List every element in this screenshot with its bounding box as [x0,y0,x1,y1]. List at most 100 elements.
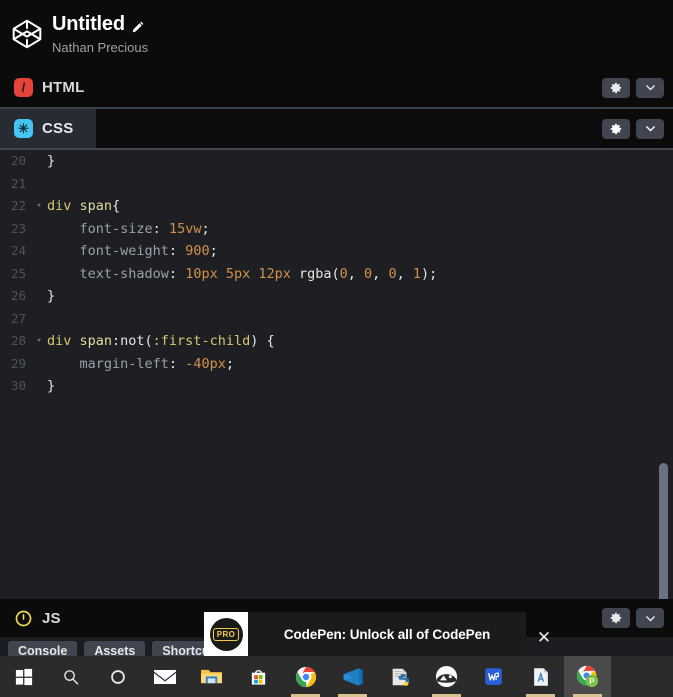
mail-app[interactable] [141,656,188,697]
image-viewer-app[interactable] [423,656,470,697]
tab-html-label: HTML [42,79,85,96]
code-text: font-size: 15vw; [44,218,210,241]
pro-circle-icon: PRO [209,617,243,651]
html-settings-button[interactable] [602,77,630,98]
wps-office-app[interactable] [470,656,517,697]
css-icon: ✳ [14,119,33,138]
code-text: } [44,150,55,173]
pen-author[interactable]: Nathan Precious [52,39,148,56]
css-settings-button[interactable] [602,118,630,139]
windows-taskbar: P [0,656,673,697]
line-number: 27 [10,310,26,326]
css-code-editor[interactable]: 20} 21 22 ▾ div span{23 font-size: 15vw; 24 f… [0,150,673,599]
code-token: : [168,355,186,372]
code-token: div [47,198,80,214]
code-token: margin-left [47,355,169,372]
close-icon[interactable]: ✕ [532,626,556,650]
code-token: 15vw [168,220,202,237]
code-token: 1 [412,265,421,282]
code-token: , [396,265,413,282]
document-app[interactable] [517,656,564,697]
line-number: 25 [10,265,26,281]
code-token: ; [209,243,218,259]
cortana-button[interactable] [94,656,141,697]
line-number: 30 [10,378,26,393]
line-number: 21 [10,175,26,191]
toast-message: CodePen: Unlock all of CodePen [283,626,491,642]
css-pane: ✳ CSS [0,109,673,150]
line-number: 23 [10,220,26,236]
code-line[interactable]: 27 [0,308,673,331]
tab-css[interactable]: ✳ CSS [0,109,96,148]
code-token: div [47,333,80,349]
code-line[interactable]: 28 ▾ div span:not(:first-child) { [0,330,673,353]
codepen-logo[interactable] [8,15,46,53]
code-token: 900 [185,243,210,259]
code-line[interactable]: 29 margin-left: -40px; [0,353,673,376]
pencil-icon[interactable] [131,17,145,33]
line-number: 28 [10,333,26,348]
python-app[interactable] [376,656,423,697]
svg-text:P: P [589,677,595,686]
code-token: 0 [364,265,373,282]
code-line[interactable]: 20} [0,150,673,173]
google-chrome-app[interactable] [282,656,329,697]
code-token: , [347,265,365,282]
code-token: :not( [112,333,153,349]
code-token: text-shadow [47,265,169,282]
code-line[interactable]: 24 font-weight: 900; [0,240,673,263]
html-collapse-button[interactable] [636,77,664,98]
microsoft-store-app[interactable] [235,656,282,697]
start-button[interactable] [0,656,47,697]
pro-notification-toast[interactable]: PRO CodePen: Unlock all of CodePen ✕ [204,612,551,656]
vs-code-app[interactable] [329,656,376,697]
code-line[interactable]: 26} [0,285,673,308]
code-token: :first-child [152,333,251,349]
code-token: ; [201,220,210,237]
pro-badge: PRO [204,612,248,656]
tab-js[interactable]: JS [0,599,96,637]
codepen-chrome-app[interactable]: P [564,656,611,697]
search-button[interactable] [47,656,94,697]
fold-arrow-icon[interactable]: ▾ [34,195,44,218]
code-token: } [47,153,56,169]
code-text: text-shadow: 10px 5px 12px rgba(0, 0, 0,… [44,263,438,286]
html-icon: / [14,78,33,97]
code-lines-container: 20} 21 22 ▾ div span{23 font-size: 15vw; 24 f… [0,150,673,398]
code-line[interactable]: 21 [0,173,673,196]
css-collapse-button[interactable] [636,118,664,139]
code-token: : [152,220,169,237]
js-tab-actions [602,599,673,637]
css-tab-filler [96,109,602,148]
code-token: font-weight [47,243,169,259]
tab-html[interactable]: / HTML [0,68,101,107]
code-line[interactable]: 30} [0,375,673,398]
code-text: div span{ [44,195,120,218]
pro-badge-label: PRO [212,627,240,641]
code-text: } [44,285,55,308]
file-explorer-app[interactable] [188,656,235,697]
tab-css-label: CSS [42,120,74,137]
code-token: ); [420,265,438,282]
code-token: span [79,198,113,214]
line-number: 24 [10,243,26,258]
editor-vertical-scrollbar[interactable] [659,463,668,599]
code-line[interactable]: 23 font-size: 15vw; [0,218,673,241]
html-tab-row: / HTML [0,68,673,107]
code-line[interactable]: 22 ▾ div span{ [0,195,673,218]
code-token: 0 [339,265,348,282]
fold-arrow-icon[interactable]: ▾ [34,330,44,353]
code-text: margin-left: -40px; [44,353,234,376]
pen-title-text: Untitled [52,12,125,35]
code-line[interactable]: 25 text-shadow: 10px 5px 12px rgba(0, 0,… [0,263,673,286]
css-tab-row: ✳ CSS [0,109,673,148]
code-text: font-weight: 900; [44,240,218,263]
css-tab-actions [602,109,673,148]
js-collapse-button[interactable] [636,608,664,628]
code-token: rgba( [298,265,340,282]
js-settings-button[interactable] [602,608,630,628]
code-text: div span:not(:first-child) { [44,330,275,353]
tab-js-label: JS [42,609,61,627]
html-tab-actions [602,68,673,107]
code-token: -40px [185,355,226,372]
